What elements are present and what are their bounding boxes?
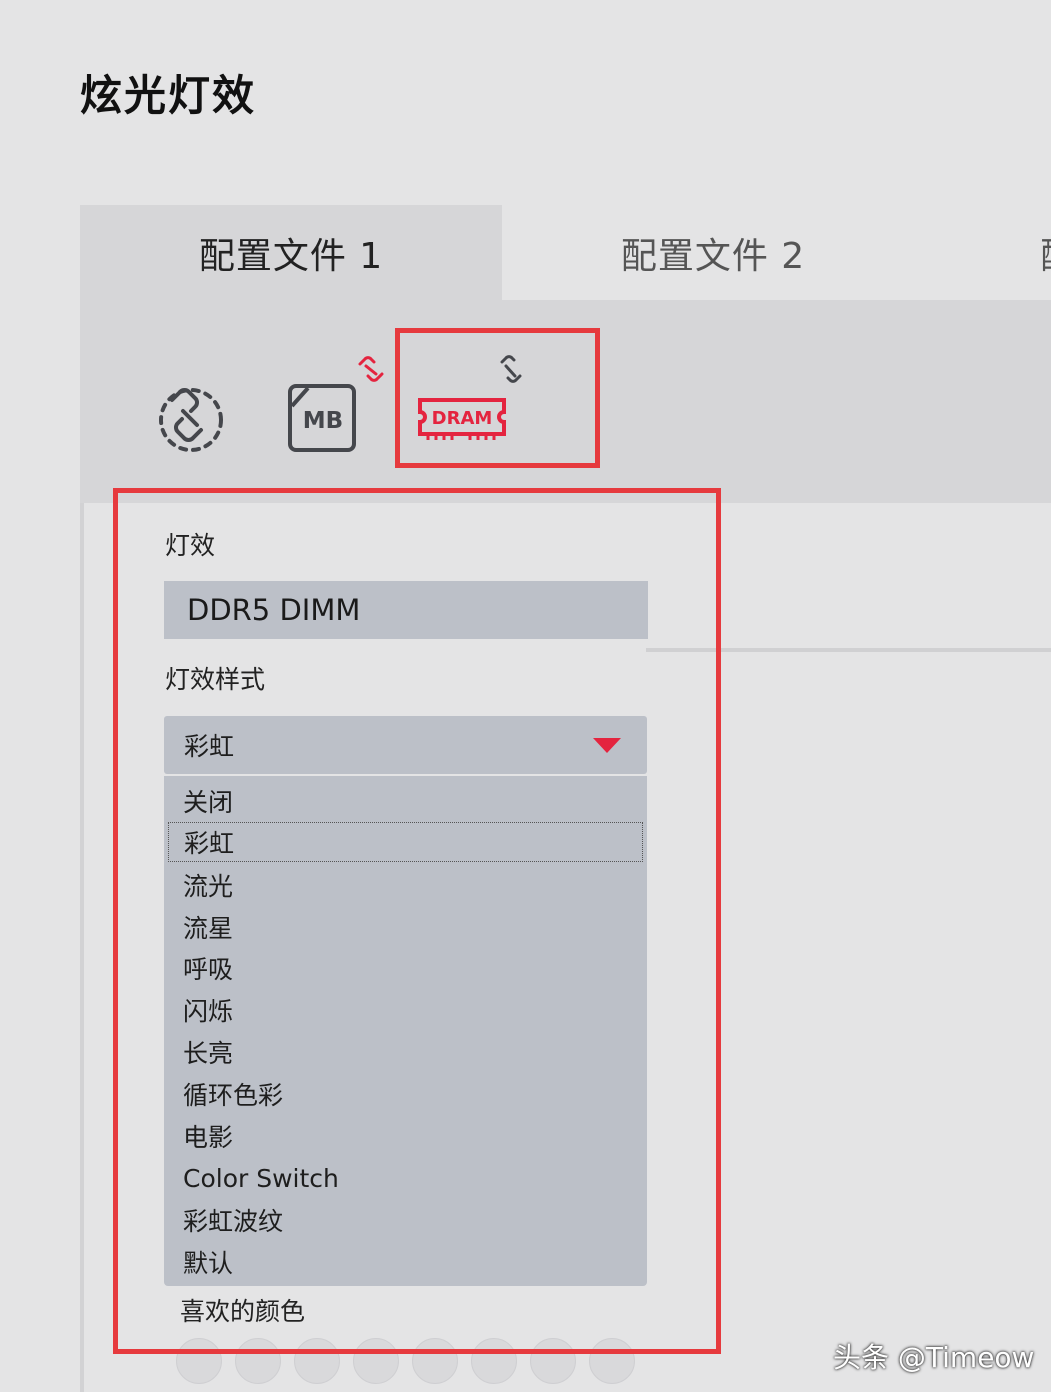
page-title: 炫光灯效 (80, 71, 257, 120)
tab-profile-3[interactable]: 配 (1040, 205, 1051, 300)
settings-highlight-box (113, 488, 721, 1354)
tab-profile-2[interactable]: 配置文件 2 (502, 205, 924, 300)
tab-profile-1[interactable]: 配置文件 1 (80, 205, 502, 300)
dram-highlight-box (395, 328, 600, 468)
motherboard-icon[interactable]: MB (286, 382, 360, 456)
sync-all-icon[interactable] (154, 380, 228, 454)
mb-link-icon (358, 356, 384, 382)
mb-label: MB (303, 408, 343, 434)
watermark: 头条 @Timeow (833, 1341, 1035, 1374)
